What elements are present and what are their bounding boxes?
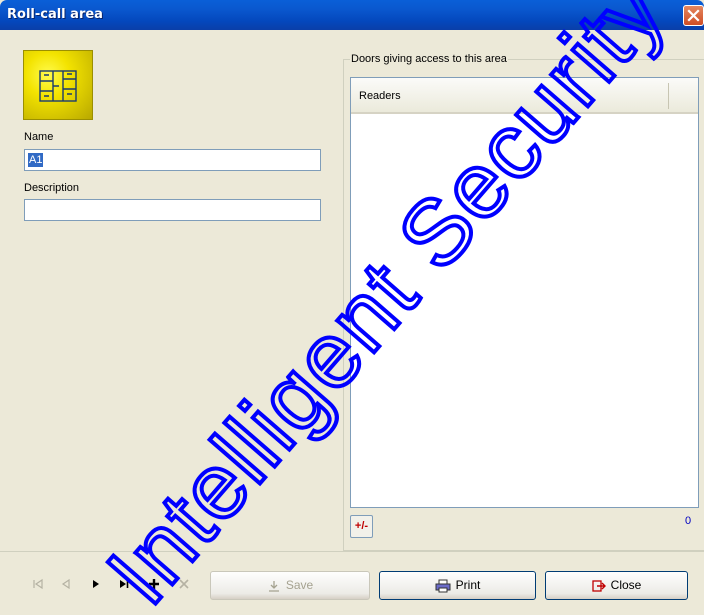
save-icon (268, 580, 279, 592)
delete-record-icon[interactable] (178, 578, 190, 593)
close-button-label: Close (610, 578, 642, 592)
area-logo (23, 50, 93, 120)
readers-list-header: Readers (351, 78, 698, 114)
close-button[interactable]: Close (545, 571, 688, 600)
readers-count: 0 (685, 515, 692, 527)
description-field[interactable] (24, 199, 321, 221)
title-bar: Roll-call area (0, 0, 704, 30)
name-label: Name (24, 131, 54, 143)
save-button-label: Save (285, 578, 314, 592)
column-separator[interactable] (668, 83, 669, 109)
name-field-value: A1 (28, 153, 44, 167)
name-field[interactable]: A1 (24, 149, 321, 171)
print-button-label: Print (455, 578, 481, 592)
print-button[interactable]: Print (379, 571, 536, 600)
first-record-icon[interactable] (32, 578, 44, 593)
exit-icon (592, 580, 606, 592)
readers-list[interactable]: Readers (350, 77, 699, 508)
last-record-icon[interactable] (118, 578, 130, 593)
next-record-icon[interactable] (90, 578, 102, 593)
readers-column-header[interactable]: Readers (359, 90, 401, 102)
window-close-button[interactable] (683, 5, 704, 26)
previous-record-icon[interactable] (60, 578, 72, 593)
floor-plan-icon (39, 70, 77, 102)
window-title: Roll-call area (7, 7, 103, 22)
close-icon (687, 9, 700, 22)
printer-icon (435, 579, 451, 593)
add-record-icon[interactable] (148, 578, 160, 593)
description-label: Description (24, 182, 80, 194)
save-button[interactable]: Save (210, 571, 370, 600)
doors-group-label: Doors giving access to this area (350, 53, 508, 65)
add-remove-reader-button[interactable]: +/- (350, 515, 373, 538)
